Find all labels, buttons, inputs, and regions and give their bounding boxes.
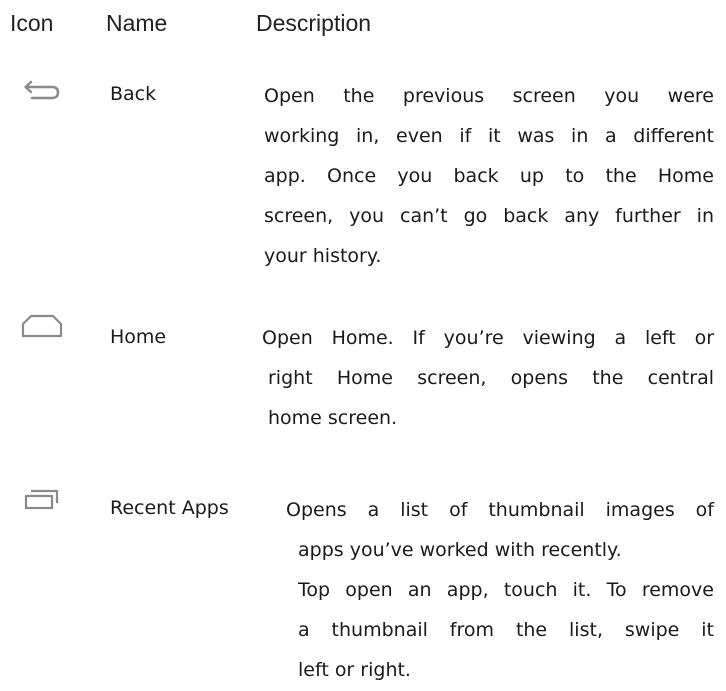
description-line: Top open an app, touch it. To remove	[298, 579, 714, 601]
description-line: right Home screen, opens the central	[268, 367, 714, 389]
description-line: app. Once you back up to the Home	[264, 165, 714, 187]
description-line: working in, even if it was in a differen…	[264, 125, 714, 147]
description-line: a thumbnail from the list, swipe it	[298, 619, 714, 641]
description-line: home screen.	[268, 407, 398, 429]
description-line: apps you’ve worked with recently.	[298, 539, 622, 561]
home-icon	[20, 312, 64, 342]
header-description-label: Description	[256, 10, 372, 36]
recent-apps-icon	[20, 484, 64, 514]
description-line: your history.	[264, 245, 382, 267]
row-description-recent-apps: Opens a list of thumbnail images of apps…	[286, 490, 714, 690]
description-line: Open Home. If you’re viewing a left or	[262, 327, 714, 349]
back-arrow-icon	[20, 78, 64, 108]
header-name-label: Name	[106, 10, 168, 36]
header-icon-label: Icon	[10, 10, 54, 36]
row-description-back: Open the previous screen you were workin…	[264, 76, 714, 276]
description-line: Opens a list of thumbnail images of	[286, 499, 714, 521]
row-name-back: Back	[110, 83, 157, 105]
description-line: Open the previous screen you were	[264, 85, 714, 107]
description-line: screen, you can’t go back any further in	[264, 205, 714, 227]
row-name-home: Home	[110, 326, 167, 348]
row-description-home: Open Home. If you’re viewing a left or r…	[262, 318, 714, 438]
description-line: left or right.	[298, 659, 411, 681]
row-name-recent-apps: Recent Apps	[110, 497, 229, 519]
